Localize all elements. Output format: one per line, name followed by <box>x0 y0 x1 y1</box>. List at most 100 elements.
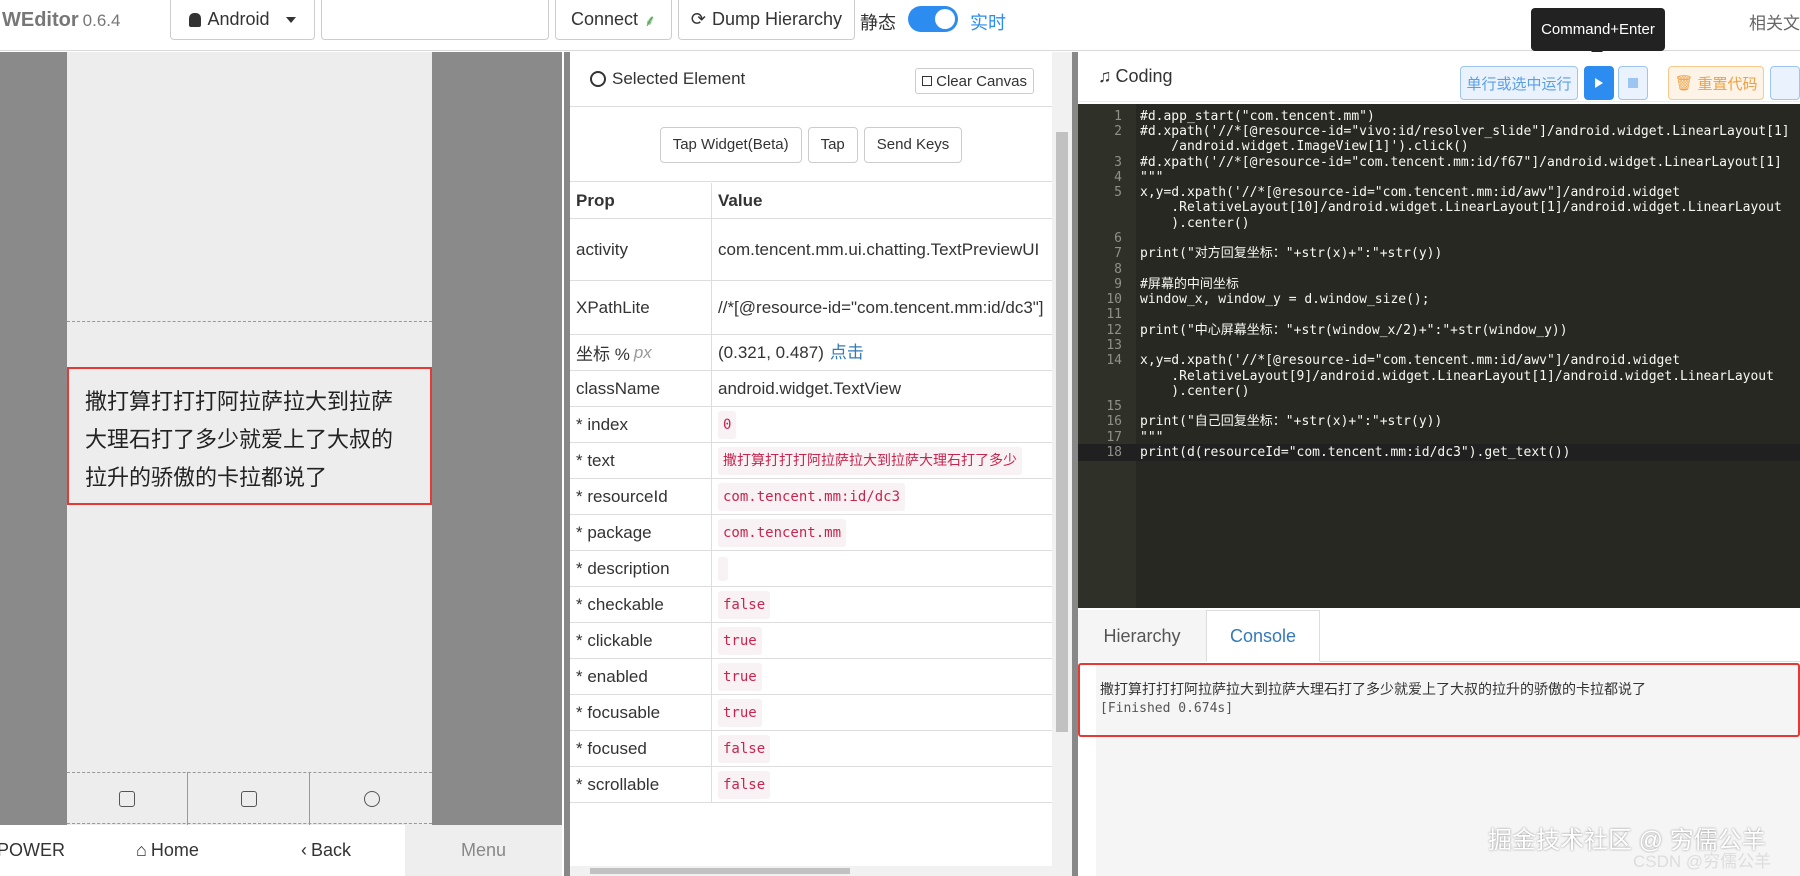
platform-select[interactable]: Android <box>170 0 315 40</box>
prop-value: false <box>718 731 1048 766</box>
stop-button[interactable] <box>1618 66 1648 100</box>
power-button[interactable]: POWER <box>0 825 65 876</box>
app-bottom-toolbar <box>67 772 432 825</box>
prop-value: com.tencent.mm:id/dc3 <box>718 479 1048 514</box>
selected-element-title: Selected Element <box>612 69 746 88</box>
scrollbar-thumb[interactable] <box>590 868 850 874</box>
chevron-left-icon: ‹ <box>301 840 307 860</box>
code-line[interactable]: 14 x,y=d.xpath('//*[@resource-id="com.ten… <box>1078 352 1800 369</box>
home-icon: ⌂ <box>136 840 147 860</box>
home-button[interactable]: ⌂ Home <box>136 825 199 876</box>
table-header-row: Prop Value <box>570 183 1052 219</box>
menu-label: Menu <box>460 840 507 860</box>
tab-console[interactable]: Console <box>1206 610 1320 662</box>
scrollbar-thumb[interactable] <box>1056 132 1068 732</box>
back-button[interactable]: ‹ Back <box>301 825 351 876</box>
value-column-header: Value <box>718 190 763 210</box>
line-number: 14 <box>1106 353 1122 368</box>
connect-button[interactable]: Connect ⸙ <box>555 0 672 40</box>
send-keys-button[interactable]: Send Keys <box>863 126 963 163</box>
table-row: * clickable true <box>570 623 1052 659</box>
horizontal-scrollbar[interactable] <box>570 866 1052 876</box>
app-version: 0.6.4 <box>82 11 121 30</box>
run-button[interactable] <box>1584 66 1614 100</box>
prop-value-code: true <box>718 662 762 691</box>
prop-key: * focusable <box>576 702 661 722</box>
device-address-input[interactable] <box>321 0 549 40</box>
prop-column-header: Prop <box>576 190 615 210</box>
prop-value: com.tencent.mm <box>718 515 1048 550</box>
table-row: * resourceId com.tencent.mm:id/dc3 <box>570 479 1052 515</box>
prop-value: true <box>718 659 1048 694</box>
device-screen[interactable]: 撒打算打打打阿拉萨拉大到拉萨大理石打了多少就爱上了大叔的拉升的骄傲的卡拉都说了 <box>67 52 432 825</box>
dump-hierarchy-label: Dump Hierarchy <box>712 9 843 29</box>
coordinate-value: (0.321, 0.487) <box>718 342 824 362</box>
clear-canvas-label: Clear Canvas <box>936 72 1027 90</box>
prop-value-code: 撒打算打打打阿拉萨拉大到拉萨大理石打了多少 <box>718 446 1022 475</box>
device-screen-panel: 撒打算打打打阿拉萨拉大到拉萨大理石打了多少就爱上了大叔的拉升的骄傲的卡拉都说了 … <box>0 52 562 876</box>
screen-divider <box>67 321 432 322</box>
console-output-text: 撒打算打打打阿拉萨拉大到拉萨大理石打了多少就爱上了大叔的拉升的骄傲的卡拉都说了 <box>1100 681 1646 697</box>
prop-value: false <box>718 587 1048 622</box>
clock-button[interactable] <box>311 772 432 825</box>
line-number: 18 <box>1106 445 1122 460</box>
prop-unit: px <box>633 342 652 362</box>
copy-button[interactable] <box>1770 66 1800 100</box>
related-docs-link[interactable]: 相关文 <box>1749 9 1800 34</box>
table-row: * scrollable false <box>570 767 1052 803</box>
platform-select-label: Android <box>207 9 270 29</box>
prop-value-code: 0 <box>718 410 737 439</box>
code-text: /android.widget.ImageView[1]').click() <box>1140 139 1469 154</box>
properties-table: Prop Value activity com.tencent.mm.ui.cha… <box>570 183 1052 803</box>
box-button[interactable] <box>189 772 310 825</box>
prop-key: * scrollable <box>576 774 660 794</box>
tap-widget-button[interactable]: Tap Widget(Beta) <box>659 126 802 163</box>
table-row: className android.widget.TextView <box>570 371 1052 407</box>
realtime-mode-label: 实时 <box>970 13 1006 33</box>
prop-value: 0 <box>718 407 1048 442</box>
prop-value: 撒打算打打打阿拉萨拉大到拉萨大理石打了多少 <box>718 443 1048 478</box>
prop-value-code: true <box>718 626 762 655</box>
menu-button[interactable]: Menu <box>405 825 562 876</box>
tap-button[interactable]: Tap <box>807 126 858 163</box>
code-line[interactable]: .RelativeLayout[10]/android.widget.Linea… <box>1078 199 1800 216</box>
watermark-small: CSDN @穷儒公羊 <box>1633 852 1772 871</box>
selected-element-panel: Selected Element Clear Canvas Tap Widget… <box>564 52 1072 876</box>
selected-text-element[interactable]: 撒打算打打打阿拉萨拉大到拉萨大理石打了多少就爱上了大叔的拉升的骄傲的卡拉都说了 <box>67 367 432 505</box>
prop-value-code <box>718 556 728 581</box>
prop-key: * checkable <box>576 594 664 614</box>
code-line[interactable]: 16 print("自己回复坐标："+str(x)+":"+str(y)) <box>1078 413 1800 430</box>
prop-value: //*[@resource-id="com.tencent.mm:id/dc3"… <box>718 297 1044 317</box>
table-row: * focused false <box>570 731 1052 767</box>
code-text: print("自己回复坐标："+str(x)+":"+str(y)) <box>1140 414 1443 429</box>
prop-key: * text <box>576 450 615 470</box>
click-coordinate-link[interactable]: 点击 <box>830 341 864 365</box>
prop-value-code: false <box>718 590 771 619</box>
table-row: 坐标 % px (0.321, 0.487) 点击 <box>570 335 1052 371</box>
prop-value: true <box>718 695 1048 730</box>
prop-key: * index <box>576 414 628 434</box>
realtime-toggle[interactable] <box>908 6 958 32</box>
bottom-tab-bar: Hierarchy Console <box>1078 610 1800 662</box>
clock-icon <box>363 790 380 807</box>
table-row: * package com.tencent.mm <box>570 515 1052 551</box>
prop-value: android.widget.TextView <box>718 378 902 398</box>
chevron-down-icon <box>285 16 296 23</box>
prop-value: true <box>718 623 1048 658</box>
reset-code-button[interactable]: 🗑 重置代码 <box>1668 66 1764 100</box>
prop-key: * focused <box>576 738 647 758</box>
tab-hierarchy[interactable]: Hierarchy <box>1078 610 1206 662</box>
clear-canvas-button[interactable]: Clear Canvas <box>915 68 1034 94</box>
table-row: * description <box>570 551 1052 587</box>
code-line[interactable]: 11 <box>1078 306 1800 323</box>
run-selected-button[interactable]: 单行或选中运行 <box>1460 66 1578 100</box>
selected-element-header: Selected Element Clear Canvas <box>570 52 1052 107</box>
dump-hierarchy-button[interactable]: ⟳ Dump Hierarchy <box>678 0 855 40</box>
code-line[interactable]: 18 print(d(resourceId="com.tencent.mm:id/… <box>1078 444 1800 461</box>
code-line[interactable]: /android.widget.ImageView[1]').click() <box>1078 138 1800 155</box>
share-button[interactable] <box>67 772 188 825</box>
code-editor[interactable]: 1 #d.app_start("com.tencent.mm") 2 #d.xpath… <box>1078 104 1800 608</box>
code-line[interactable]: 7 print("对方回复坐标："+str(x)+":"+str(y)) <box>1078 245 1800 262</box>
app-brand: WEditor 0.6.4 <box>2 9 120 32</box>
vertical-scrollbar[interactable] <box>1052 52 1072 876</box>
